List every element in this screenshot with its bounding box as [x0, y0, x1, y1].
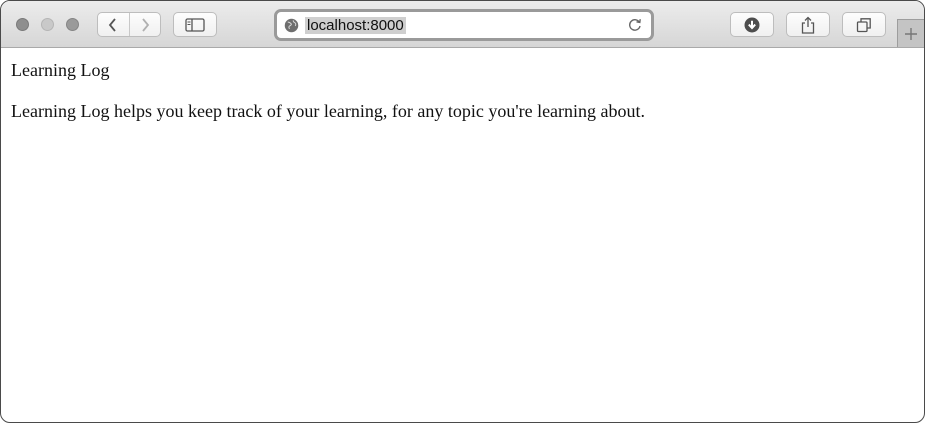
browser-window: localhost:8000 Learning Log Learning Log…: [0, 0, 925, 423]
chevron-left-icon: [109, 17, 116, 32]
share-button[interactable]: [786, 12, 830, 37]
forward-button[interactable]: [128, 13, 161, 36]
sidebar-icon: [185, 17, 205, 32]
close-dot-icon[interactable]: [16, 18, 29, 31]
address-bar[interactable]: localhost:8000: [274, 9, 654, 41]
url-text[interactable]: localhost:8000: [305, 17, 406, 34]
share-icon: [801, 16, 815, 34]
page-content: Learning Log Learning Log helps you keep…: [11, 59, 914, 122]
globe-icon: [284, 18, 299, 33]
download-icon: [744, 17, 760, 32]
sidebar-button[interactable]: [173, 12, 217, 37]
downloads-button[interactable]: [730, 12, 774, 37]
zoom-dot-icon[interactable]: [66, 18, 79, 31]
minimize-dot-icon[interactable]: [41, 18, 54, 31]
back-button[interactable]: [98, 13, 129, 36]
plus-icon: [905, 27, 917, 40]
page-intro: Learning Log helps you keep track of you…: [11, 101, 646, 121]
reload-icon[interactable]: [627, 17, 643, 33]
page-heading[interactable]: Learning Log: [11, 59, 914, 81]
tabs-icon: [856, 17, 871, 32]
navigation-buttons: [97, 12, 161, 37]
browser-toolbar: localhost:8000: [1, 1, 924, 48]
new-tab-button[interactable]: [897, 19, 924, 47]
chevron-right-icon: [142, 17, 149, 32]
show-tabs-button[interactable]: [842, 12, 886, 37]
